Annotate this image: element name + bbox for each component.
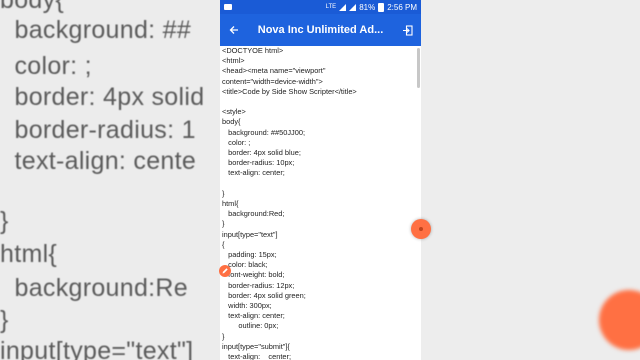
background-right-panel: [421, 0, 640, 360]
battery-percent: 81%: [359, 2, 376, 12]
network-label: LTE: [325, 4, 337, 10]
exit-icon[interactable]: [399, 22, 415, 38]
app-bar: Nova Inc Unlimited Ad...: [220, 14, 421, 46]
pencil-icon[interactable]: [219, 265, 231, 277]
bg-code-line: }: [0, 207, 9, 235]
code-text: <DOCTYOE html> <html> <head><meta name="…: [222, 46, 357, 360]
notification-icon: [224, 4, 232, 10]
status-bar: LTE 81% 2:56 PM: [220, 0, 421, 14]
bg-code-line: text-align: cente: [0, 147, 197, 175]
app-title: Nova Inc Unlimited Ad...: [257, 24, 384, 36]
bg-code-line: border: 4px solid: [0, 83, 205, 111]
bg-code-line: input[type="text"]: [0, 337, 194, 360]
bg-code-line: background: ##: [0, 16, 192, 44]
background-left-panel: body{ background: ## color: ; border: 4p…: [0, 0, 220, 360]
bg-code-line: background:Re: [0, 274, 188, 302]
bg-fab-blur: [599, 290, 640, 350]
code-view[interactable]: <DOCTYOE html> <html> <head><meta name="…: [220, 46, 421, 360]
battery-icon: [378, 2, 385, 12]
signal-icon: [339, 3, 347, 11]
status-left: [224, 4, 232, 10]
bg-code-line: color: ;: [0, 52, 92, 80]
bg-code-line: html{: [0, 240, 58, 268]
arrow-left-icon[interactable]: [226, 22, 242, 38]
clock: 2:56 PM: [387, 2, 417, 12]
scrollbar[interactable]: [417, 48, 420, 88]
bg-code-line: border-radius: 1: [0, 116, 196, 144]
phone-screen: LTE 81% 2:56 PM Nova Inc Unlimited Ad...…: [220, 0, 421, 360]
circle-fab-icon[interactable]: [411, 219, 431, 239]
bg-code-line: }: [0, 306, 9, 334]
status-right: LTE 81% 2:56 PM: [325, 2, 417, 12]
signal-icon: [349, 3, 357, 11]
bg-code-line: body{: [0, 0, 65, 14]
